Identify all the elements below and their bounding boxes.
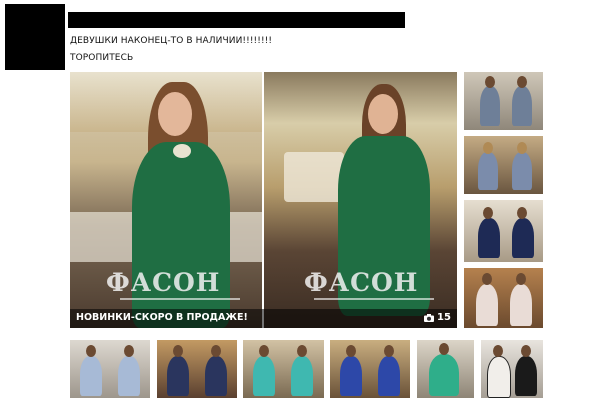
- author-name-redacted[interactable]: [68, 12, 405, 28]
- gallery-thumb-right-3[interactable]: [464, 200, 543, 262]
- brand-watermark-1: ФАСОН: [106, 268, 221, 297]
- gallery-thumb-bottom-4[interactable]: [330, 340, 410, 398]
- gallery-thumb-right-4[interactable]: [464, 268, 543, 328]
- photo-count[interactable]: 15: [424, 312, 451, 323]
- post-text-line-2: ТОРОПИТЕСЬ: [70, 53, 134, 63]
- gallery-main-photo-1[interactable]: ФАСОН: [70, 72, 262, 328]
- gallery-thumb-right-1[interactable]: [464, 72, 543, 130]
- post-text-line-1: ДЕВУШКИ НАКОНЕЦ-ТО В НАЛИЧИИ!!!!!!!!: [70, 36, 273, 46]
- gallery-thumb-bottom-2[interactable]: [157, 340, 237, 398]
- gallery-caption: НОВИНКИ-СКОРО В ПРОДАЖЕ!: [76, 312, 248, 323]
- author-avatar[interactable]: [5, 4, 65, 70]
- photo-count-value: 15: [437, 312, 451, 323]
- gallery-thumb-bottom-1[interactable]: [70, 340, 150, 398]
- brand-watermark-2: ФАСОН: [304, 268, 419, 297]
- gallery-thumb-right-2[interactable]: [464, 136, 543, 194]
- camera-icon: [424, 313, 434, 322]
- gallery-thumb-bottom-6[interactable]: [481, 340, 543, 398]
- gallery-thumb-bottom-5[interactable]: [417, 340, 474, 398]
- gallery-main-photo-2[interactable]: ФАСОН: [264, 72, 457, 328]
- gallery-thumb-bottom-3[interactable]: [243, 340, 324, 398]
